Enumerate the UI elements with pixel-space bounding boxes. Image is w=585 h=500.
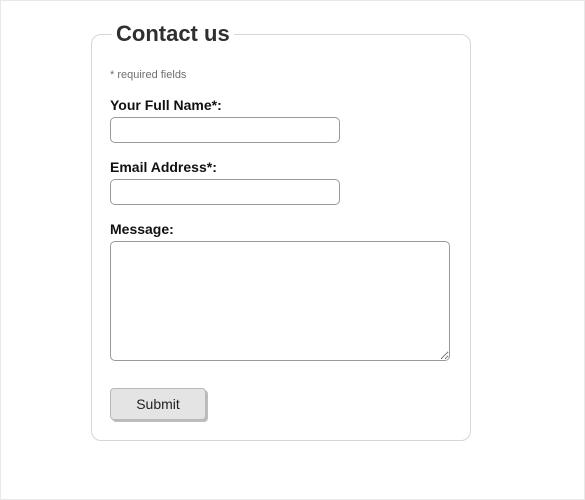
email-label: Email Address*:	[110, 159, 452, 175]
form-title: Contact us	[112, 21, 234, 47]
contact-form: Contact us * required fields Your Full N…	[91, 21, 471, 441]
submit-button[interactable]: Submit	[110, 388, 206, 420]
message-textarea[interactable]	[110, 241, 450, 361]
page-container: Contact us * required fields Your Full N…	[0, 0, 585, 500]
required-fields-note: * required fields	[110, 69, 452, 81]
message-label: Message:	[110, 221, 452, 237]
email-input[interactable]	[110, 179, 340, 205]
name-label: Your Full Name*:	[110, 97, 452, 113]
name-input[interactable]	[110, 117, 340, 143]
